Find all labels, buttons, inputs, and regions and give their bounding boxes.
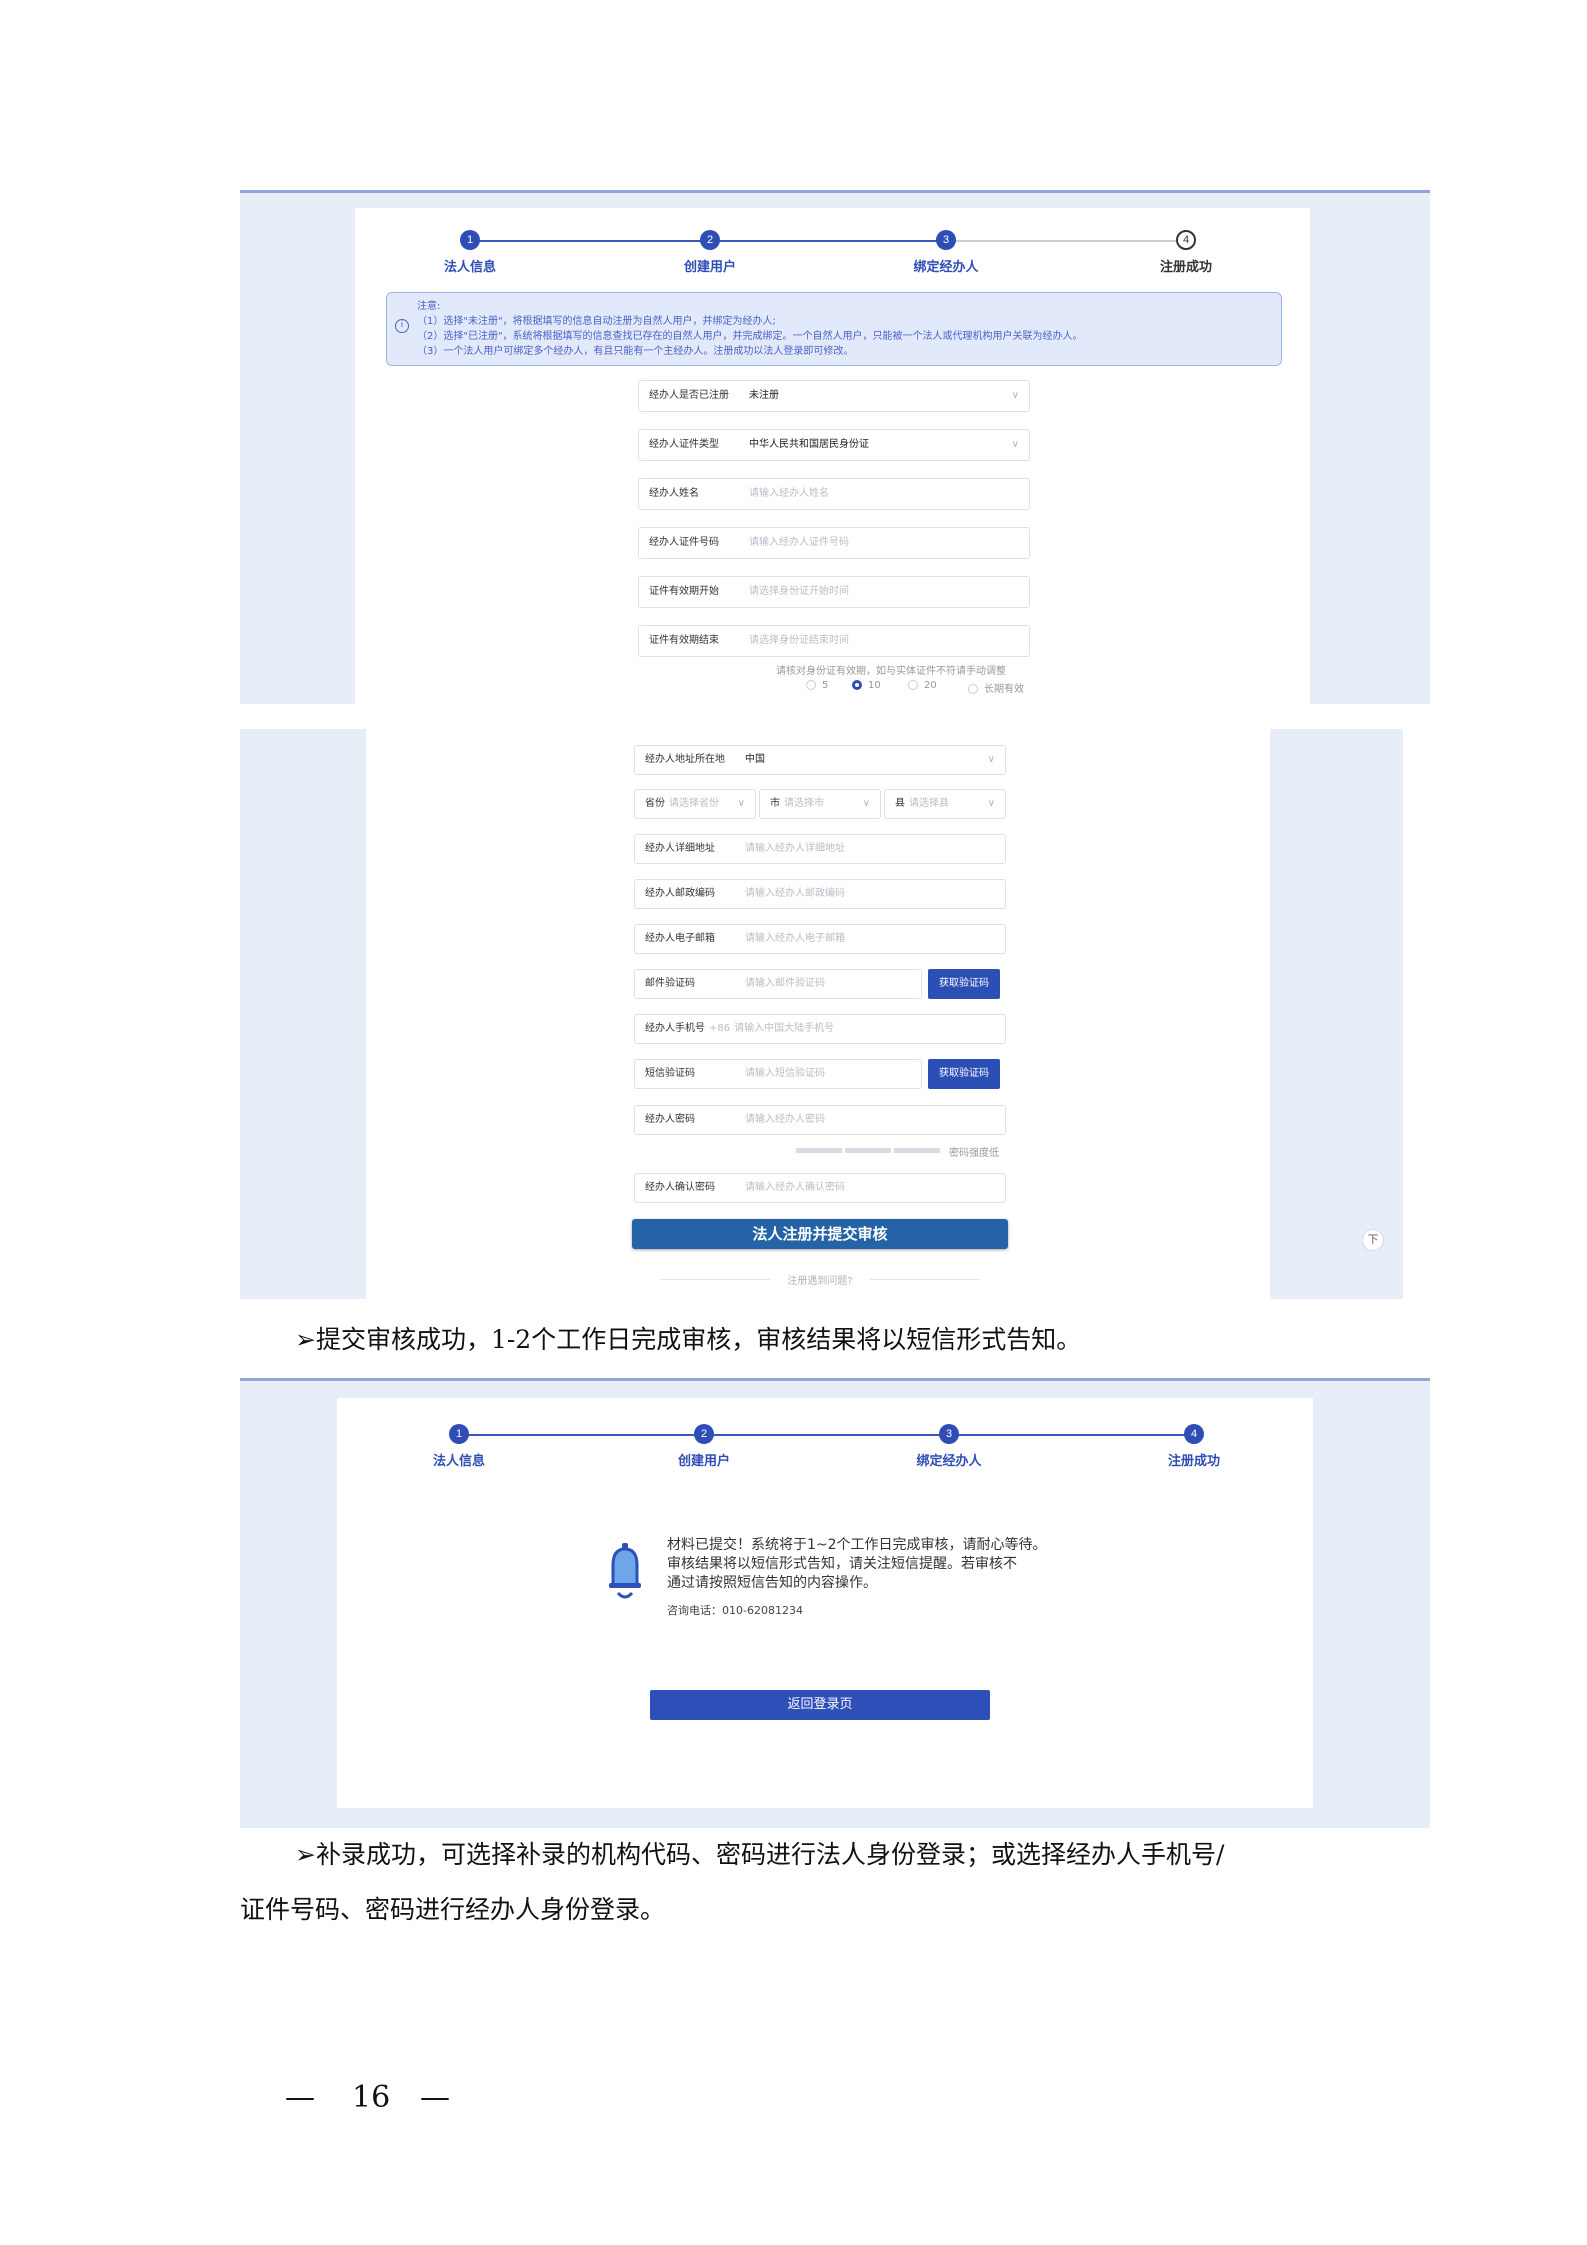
sms-code-input[interactable]: 短信验证码 请输入短信验证码 [634, 1059, 922, 1089]
id-type-select[interactable]: 经办人证件类型 中华人民共和国居民身份证 ∨ [638, 429, 1030, 461]
success-line-2: 审核结果将以短信形式告知，请关注短信提醒。若审核不 [667, 1556, 1017, 1572]
validity-end-input[interactable]: 证件有效期结束 请选择身份证结束时间 [638, 625, 1030, 657]
notice-box: i 注意: （1）选择"未注册"，将根据填写的信息自动注册为自然人用户，并绑定为… [386, 292, 1282, 366]
strength-bar-1 [796, 1148, 842, 1153]
page-number: 16 [352, 2080, 391, 2115]
password-input[interactable]: 经办人密码 请输入经办人密码 [634, 1105, 1006, 1135]
success-line-3: 通过请按照短信告知的内容操作。 [667, 1575, 877, 1591]
email-code-input[interactable]: 邮件验证码 请输入邮件验证码 [634, 969, 922, 999]
province-select[interactable]: 省份 请选择省份 ∨ [634, 789, 756, 819]
get-sms-code-button[interactable]: 获取验证码 [928, 1059, 1000, 1089]
paragraph-supplement-line-2: 证件号码、密码进行经办人身份登录。 [240, 1895, 666, 1924]
page-dash-right: — [420, 2080, 450, 2115]
get-email-code-button[interactable]: 获取验证码 [928, 969, 1000, 999]
notice-line-3: （3）一个法人用户可绑定多个经办人，有且只能有一个主经办人。注册成功以法人登录即… [417, 346, 854, 357]
county-select[interactable]: 县请选择县 ∨ [884, 789, 1006, 819]
step-2: 2 创建用户 [650, 230, 770, 275]
address-region-select[interactable]: 经办人地址所在地 中国 ∨ [634, 745, 1006, 775]
postcode-input[interactable]: 经办人邮政编码 请输入经办人邮政编码 [634, 879, 1006, 909]
chevron-down-icon: ∨ [1011, 439, 1019, 450]
submit-button[interactable]: 法人注册并提交审核 [632, 1219, 1008, 1249]
notice-line-1: （1）选择"未注册"，将根据填写的信息自动注册为自然人用户，并绑定为经办人; [417, 316, 776, 327]
consult-phone: 咨询电话：010-62081234 [667, 1604, 803, 1617]
step-4: 4 注册成功 [1126, 230, 1246, 275]
radio-20[interactable]: 20 [908, 680, 937, 691]
radio-5[interactable]: 5 [806, 680, 828, 691]
info-icon: i [395, 319, 409, 333]
city-select[interactable]: 市请选择市 ∨ [759, 789, 881, 819]
radio-long-term[interactable]: 长期有效 [968, 680, 1024, 695]
chevron-down-icon: ∨ [862, 798, 870, 809]
chevron-down-icon: ∨ [987, 798, 995, 809]
step-4: 4 注册成功 [1134, 1424, 1254, 1469]
radio-10[interactable]: 10 [852, 680, 881, 691]
chevron-down-icon: ∨ [987, 754, 995, 765]
notice-line-2: （2）选择"已注册"，系统将根据填写的信息查找已存在的自然人用户，并完成绑定。一… [417, 331, 1083, 342]
screenshot-success: 1 法人信息 2 创建用户 3 绑定经办人 4 注册成功 材料已提交！系统将于1~2个工… [240, 1378, 1430, 1828]
screenshot-register-form-top: 1 法人信息 2 创建用户 3 绑定经办人 4 注册成功 i 注意: （1）选择"未注册… [240, 190, 1430, 704]
top-border [240, 190, 1430, 193]
stepper: 1 法人信息 2 创建用户 3 绑定经办人 4 注册成功 [337, 1424, 1313, 1484]
step-2: 2 创建用户 [644, 1424, 764, 1469]
password-strength-label: 密码强度低 [949, 1148, 999, 1159]
chevron-down-icon: ∨ [1011, 390, 1019, 401]
paragraph-supplement-line-1: ➢补录成功，可选择补录的机构代码、密码进行法人身份登录；或选择经办人手机号/ [295, 1840, 1225, 1869]
detail-address-input[interactable]: 经办人详细地址 请输入经办人详细地址 [634, 834, 1006, 864]
stepper: 1 法人信息 2 创建用户 3 绑定经办人 4 注册成功 [355, 230, 1310, 290]
registered-select[interactable]: 经办人是否已注册 未注册 ∨ [638, 380, 1030, 412]
name-input[interactable]: 经办人姓名 请输入经办人姓名 [638, 478, 1030, 510]
scroll-bottom-icon[interactable]: 下 [1362, 1229, 1384, 1251]
step-3: 3 绑定经办人 [886, 230, 1006, 275]
strength-bar-3 [894, 1148, 940, 1153]
validity-start-input[interactable]: 证件有效期开始 请选择身份证开始时间 [638, 576, 1030, 608]
email-input[interactable]: 经办人电子邮箱 请输入经办人电子邮箱 [634, 924, 1006, 954]
screenshot-register-form-bottom: 经办人地址所在地 中国 ∨ 省份 请选择省份 ∨ 市请选择市 ∨ 县请选择县 ∨ 经办人详细… [240, 729, 1403, 1299]
paragraph-submit-success: ➢提交审核成功，1-2个工作日完成审核，审核结果将以短信形式告知。 [295, 1325, 1082, 1354]
id-number-input[interactable]: 经办人证件号码 请输入经办人证件号码 [638, 527, 1030, 559]
mobile-input[interactable]: 经办人手机号 +86 请输入中国大陆手机号 [634, 1014, 1006, 1044]
validity-note: 请核对身份证有效期，如与实体证件不符请手动调整 [776, 666, 1006, 677]
strength-bar-2 [845, 1148, 891, 1153]
notice-title: 注意: [417, 301, 441, 312]
bell-icon [605, 1543, 645, 1603]
help-link[interactable]: 注册遇到问题? [770, 1272, 870, 1287]
step-1: 1 法人信息 [410, 230, 530, 275]
top-border [240, 1378, 1430, 1381]
step-1: 1 法人信息 [399, 1424, 519, 1469]
return-login-button[interactable]: 返回登录页 [650, 1690, 990, 1720]
page-dash-left: — [285, 2080, 315, 2115]
chevron-down-icon: ∨ [737, 798, 745, 809]
success-line-1: 材料已提交！系统将于1~2个工作日完成审核，请耐心等待。 [667, 1537, 1047, 1553]
step-3: 3 绑定经办人 [889, 1424, 1009, 1469]
confirm-password-input[interactable]: 经办人确认密码 请输入经办人确认密码 [634, 1173, 1006, 1203]
